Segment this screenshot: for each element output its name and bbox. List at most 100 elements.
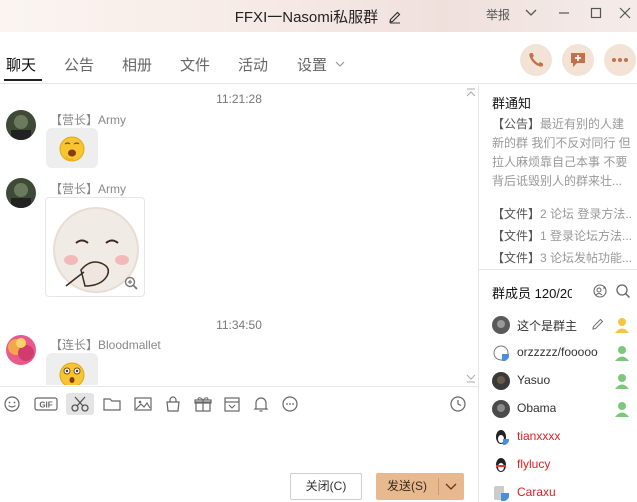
close-window-icon[interactable] <box>618 6 632 26</box>
folder-icon[interactable] <box>102 395 122 413</box>
member-name: Yasuo <box>517 373 551 387</box>
report-link[interactable]: 举报 <box>486 5 510 25</box>
file-name: 3 论坛发帖功能... <box>540 251 632 265</box>
window-title-wrap: FFXI一Nasomi私服群 <box>0 6 637 28</box>
add-message-button[interactable] <box>562 44 594 76</box>
yawn-emoji-icon <box>59 136 85 162</box>
group-info-panel: 群通知 【公告】最近有别的人建新的群 我们不反对同行 但拉人麻烦靠自己本事 不要… <box>478 85 637 502</box>
member-item[interactable]: Caraxu <box>492 482 637 502</box>
admin-badge-icon <box>613 400 631 418</box>
file-name: 2 论坛 登录方法... <box>540 207 632 221</box>
announcement-tag: 【公告】 <box>492 117 541 131</box>
zoom-icon[interactable] <box>124 276 138 290</box>
admin-badge-icon <box>613 344 631 362</box>
admin-badge-icon <box>613 372 631 390</box>
message-sender: 【营长】Army <box>50 182 126 196</box>
owner-badge-icon <box>613 316 631 334</box>
calendar-icon[interactable] <box>222 395 242 413</box>
scissors-icon[interactable] <box>66 393 94 415</box>
avatar <box>492 400 510 418</box>
chat-panel[interactable]: 11:21:28 【营长】Army 【营长】Army 11:34:50 【连长】… <box>0 85 478 385</box>
member-item[interactable]: Yasuo <box>492 370 637 392</box>
active-tab-indicator <box>4 79 42 81</box>
surprised-emoji-icon <box>59 362 85 385</box>
member-name: orzzzzz/fooooo <box>517 345 598 359</box>
file-tag: 【文件】 <box>492 251 541 265</box>
section-divider <box>479 269 637 270</box>
message-bubble[interactable] <box>46 353 98 385</box>
edit-title-icon[interactable] <box>388 10 402 28</box>
send-button[interactable]: 发送(S) <box>376 473 464 500</box>
avatar[interactable] <box>6 335 36 365</box>
file-tag: 【文件】 <box>492 229 541 243</box>
avatar <box>492 484 510 502</box>
chevron-down-icon[interactable] <box>524 6 538 26</box>
file-item[interactable]: 【文件】1 登录论坛方法... <box>492 227 632 244</box>
avatar[interactable] <box>6 110 36 140</box>
announcement-preview[interactable]: 【公告】最近有别的人建新的群 我们不反对同行 但拉人麻烦靠自己本事 不要背后诋毁… <box>492 115 632 191</box>
call-button[interactable] <box>520 44 552 76</box>
emoji-icon[interactable] <box>3 395 23 413</box>
avatar <box>492 372 510 390</box>
message-sender: 【连长】Bloodmallet <box>50 338 161 352</box>
file-item[interactable]: 【文件】2 论坛 登录方法... <box>492 205 632 222</box>
tab-activities[interactable]: 活动 <box>238 54 268 75</box>
tab-announcements[interactable]: 公告 <box>64 54 94 75</box>
member-item[interactable]: tianxxxx <box>492 426 637 448</box>
bell-icon[interactable] <box>251 395 271 413</box>
file-tag: 【文件】 <box>492 207 541 221</box>
tab-settings[interactable]: 设置 <box>297 54 345 75</box>
minimize-icon[interactable] <box>557 6 571 26</box>
tab-chat[interactable]: 聊天 <box>6 54 36 75</box>
message-plus-icon <box>571 53 585 67</box>
maximize-icon[interactable] <box>589 6 603 26</box>
send-label: 发送(S) <box>387 479 427 493</box>
window-title: FFXI一Nasomi私服群 <box>234 9 379 26</box>
search-icon[interactable] <box>615 283 631 299</box>
member-item[interactable]: flylucy <box>492 454 637 476</box>
members-title: 群成员 120/2000 <box>492 286 572 301</box>
message-input[interactable] <box>0 420 478 470</box>
phone-icon <box>529 53 543 67</box>
tab-settings-label: 设置 <box>297 57 328 74</box>
member-name: flylucy <box>517 457 551 471</box>
chevron-down-icon <box>335 61 345 67</box>
sticker-image[interactable] <box>45 197 145 297</box>
more-options-button[interactable] <box>604 44 636 76</box>
member-name: Obama <box>517 401 557 415</box>
gif-icon[interactable]: GIF <box>34 395 58 413</box>
chevron-down-icon[interactable] <box>466 372 476 383</box>
send-options-chevron-icon[interactable] <box>438 473 464 500</box>
file-item[interactable]: 【文件】3 论坛发帖功能... <box>492 249 632 266</box>
gift-icon[interactable] <box>193 395 213 413</box>
avatar <box>492 456 510 474</box>
tab-album[interactable]: 相册 <box>122 54 152 75</box>
title-bar: FFXI一Nasomi私服群 举报 <box>0 0 637 32</box>
tab-files[interactable]: 文件 <box>180 54 210 75</box>
edit-icon[interactable] <box>590 316 606 335</box>
message-bubble[interactable] <box>46 128 98 168</box>
member-name: Caraxu <box>517 485 556 499</box>
image-icon[interactable] <box>133 395 153 413</box>
more-icon <box>612 58 628 62</box>
svg-text:GIF: GIF <box>39 401 52 410</box>
composer-toolbar: GIF <box>0 386 478 420</box>
add-member-icon[interactable] <box>592 283 608 299</box>
member-name: tianxxxx <box>517 429 561 443</box>
notice-title: 群通知 <box>492 96 532 111</box>
shopping-bag-icon[interactable] <box>163 395 183 413</box>
avatar <box>492 316 510 334</box>
avatar <box>492 344 510 362</box>
message-timestamp: 11:34:50 <box>216 318 262 332</box>
member-item[interactable]: Obama <box>492 398 637 420</box>
more-tools-icon[interactable] <box>280 395 300 413</box>
history-clock-icon[interactable] <box>448 395 468 413</box>
member-item[interactable]: orzzzzz/fooooo <box>492 342 637 364</box>
avatar <box>492 428 510 446</box>
avatar[interactable] <box>6 178 36 208</box>
file-name: 1 登录论坛方法... <box>540 229 632 243</box>
member-name: 这个是群主 <box>517 319 578 333</box>
message-sender: 【营长】Army <box>50 113 126 127</box>
member-item[interactable]: 这个是群主 <box>492 314 637 336</box>
close-button[interactable]: 关闭(C) <box>290 473 362 500</box>
